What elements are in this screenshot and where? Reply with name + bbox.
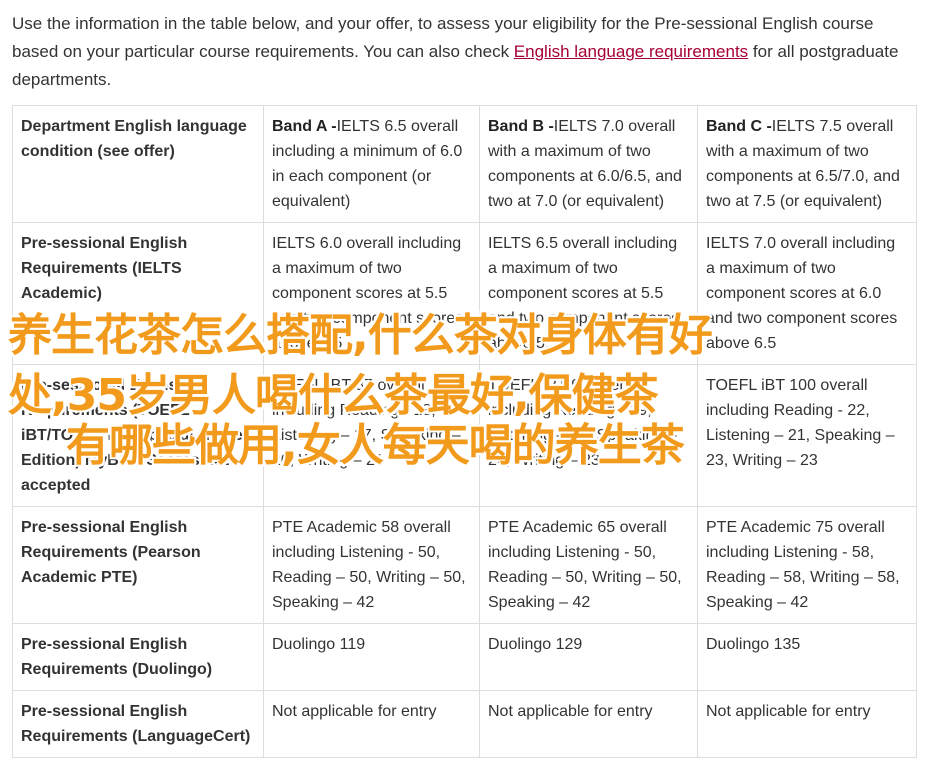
- intro-paragraph: Use the information in the table below, …: [12, 10, 917, 94]
- table-row: Pre-sessional English Requirements (TOEF…: [12, 364, 917, 507]
- cell-pte-band-b: PTE Academic 65 overall including Listen…: [479, 506, 698, 624]
- cell-languagecert-band-c: Not applicable for entry: [697, 690, 917, 758]
- cell-toefl-band-a: TOEFL iBT 87 overall including Reading -…: [263, 364, 480, 507]
- table-row: Pre-sessional English Requirements (Pear…: [12, 506, 917, 624]
- cell-duolingo-band-a: Duolingo 119: [263, 623, 480, 691]
- row-label-department-condition: Department English language condition (s…: [12, 105, 264, 223]
- band-c-label: Band C -: [706, 118, 772, 135]
- row-label-languagecert: Pre-sessional English Requirements (Lang…: [12, 690, 264, 758]
- row-label-toefl: Pre-sessional English Requirements (TOEF…: [12, 364, 264, 507]
- row-label-duolingo: Pre-sessional English Requirements (Duol…: [12, 623, 264, 691]
- band-b-label: Band B -: [488, 118, 554, 135]
- cell-band-a: Band A -IELTS 6.5 overall including a mi…: [263, 105, 480, 223]
- cell-duolingo-band-b: Duolingo 129: [479, 623, 698, 691]
- cell-toefl-band-c: TOEFL iBT 100 overall including Reading …: [697, 364, 917, 507]
- table-row: Pre-sessional English Requirements (Duol…: [12, 623, 917, 691]
- table-row: Pre-sessional English Requirements (IELT…: [12, 222, 917, 365]
- row-label-pte: Pre-sessional English Requirements (Pear…: [12, 506, 264, 624]
- cell-languagecert-band-a: Not applicable for entry: [263, 690, 480, 758]
- table-row: Department English language condition (s…: [12, 105, 917, 223]
- cell-pte-band-a: PTE Academic 58 overall including Listen…: [263, 506, 480, 624]
- band-a-label: Band A -: [272, 118, 337, 135]
- cell-languagecert-band-b: Not applicable for entry: [479, 690, 698, 758]
- table-row: Pre-sessional English Requirements (Lang…: [12, 690, 917, 758]
- requirements-table: Department English language condition (s…: [12, 105, 917, 758]
- cell-ielts-band-c: IELTS 7.0 overall including a maximum of…: [697, 222, 917, 365]
- cell-duolingo-band-c: Duolingo 135: [697, 623, 917, 691]
- row-label-ielts: Pre-sessional English Requirements (IELT…: [12, 222, 264, 365]
- cell-ielts-band-b: IELTS 6.5 overall including a maximum of…: [479, 222, 698, 365]
- cell-band-b: Band B -IELTS 7.0 overall with a maximum…: [479, 105, 698, 223]
- cell-band-c: Band C -IELTS 7.5 overall with a maximum…: [697, 105, 917, 223]
- cell-ielts-band-a: IELTS 6.0 overall including a maximum of…: [263, 222, 480, 365]
- cell-toefl-band-b: TOEFL iBT 92 overall including Reading -…: [479, 364, 698, 507]
- english-language-requirements-link[interactable]: English language requirements: [514, 42, 748, 61]
- cell-pte-band-c: PTE Academic 75 overall including Listen…: [697, 506, 917, 624]
